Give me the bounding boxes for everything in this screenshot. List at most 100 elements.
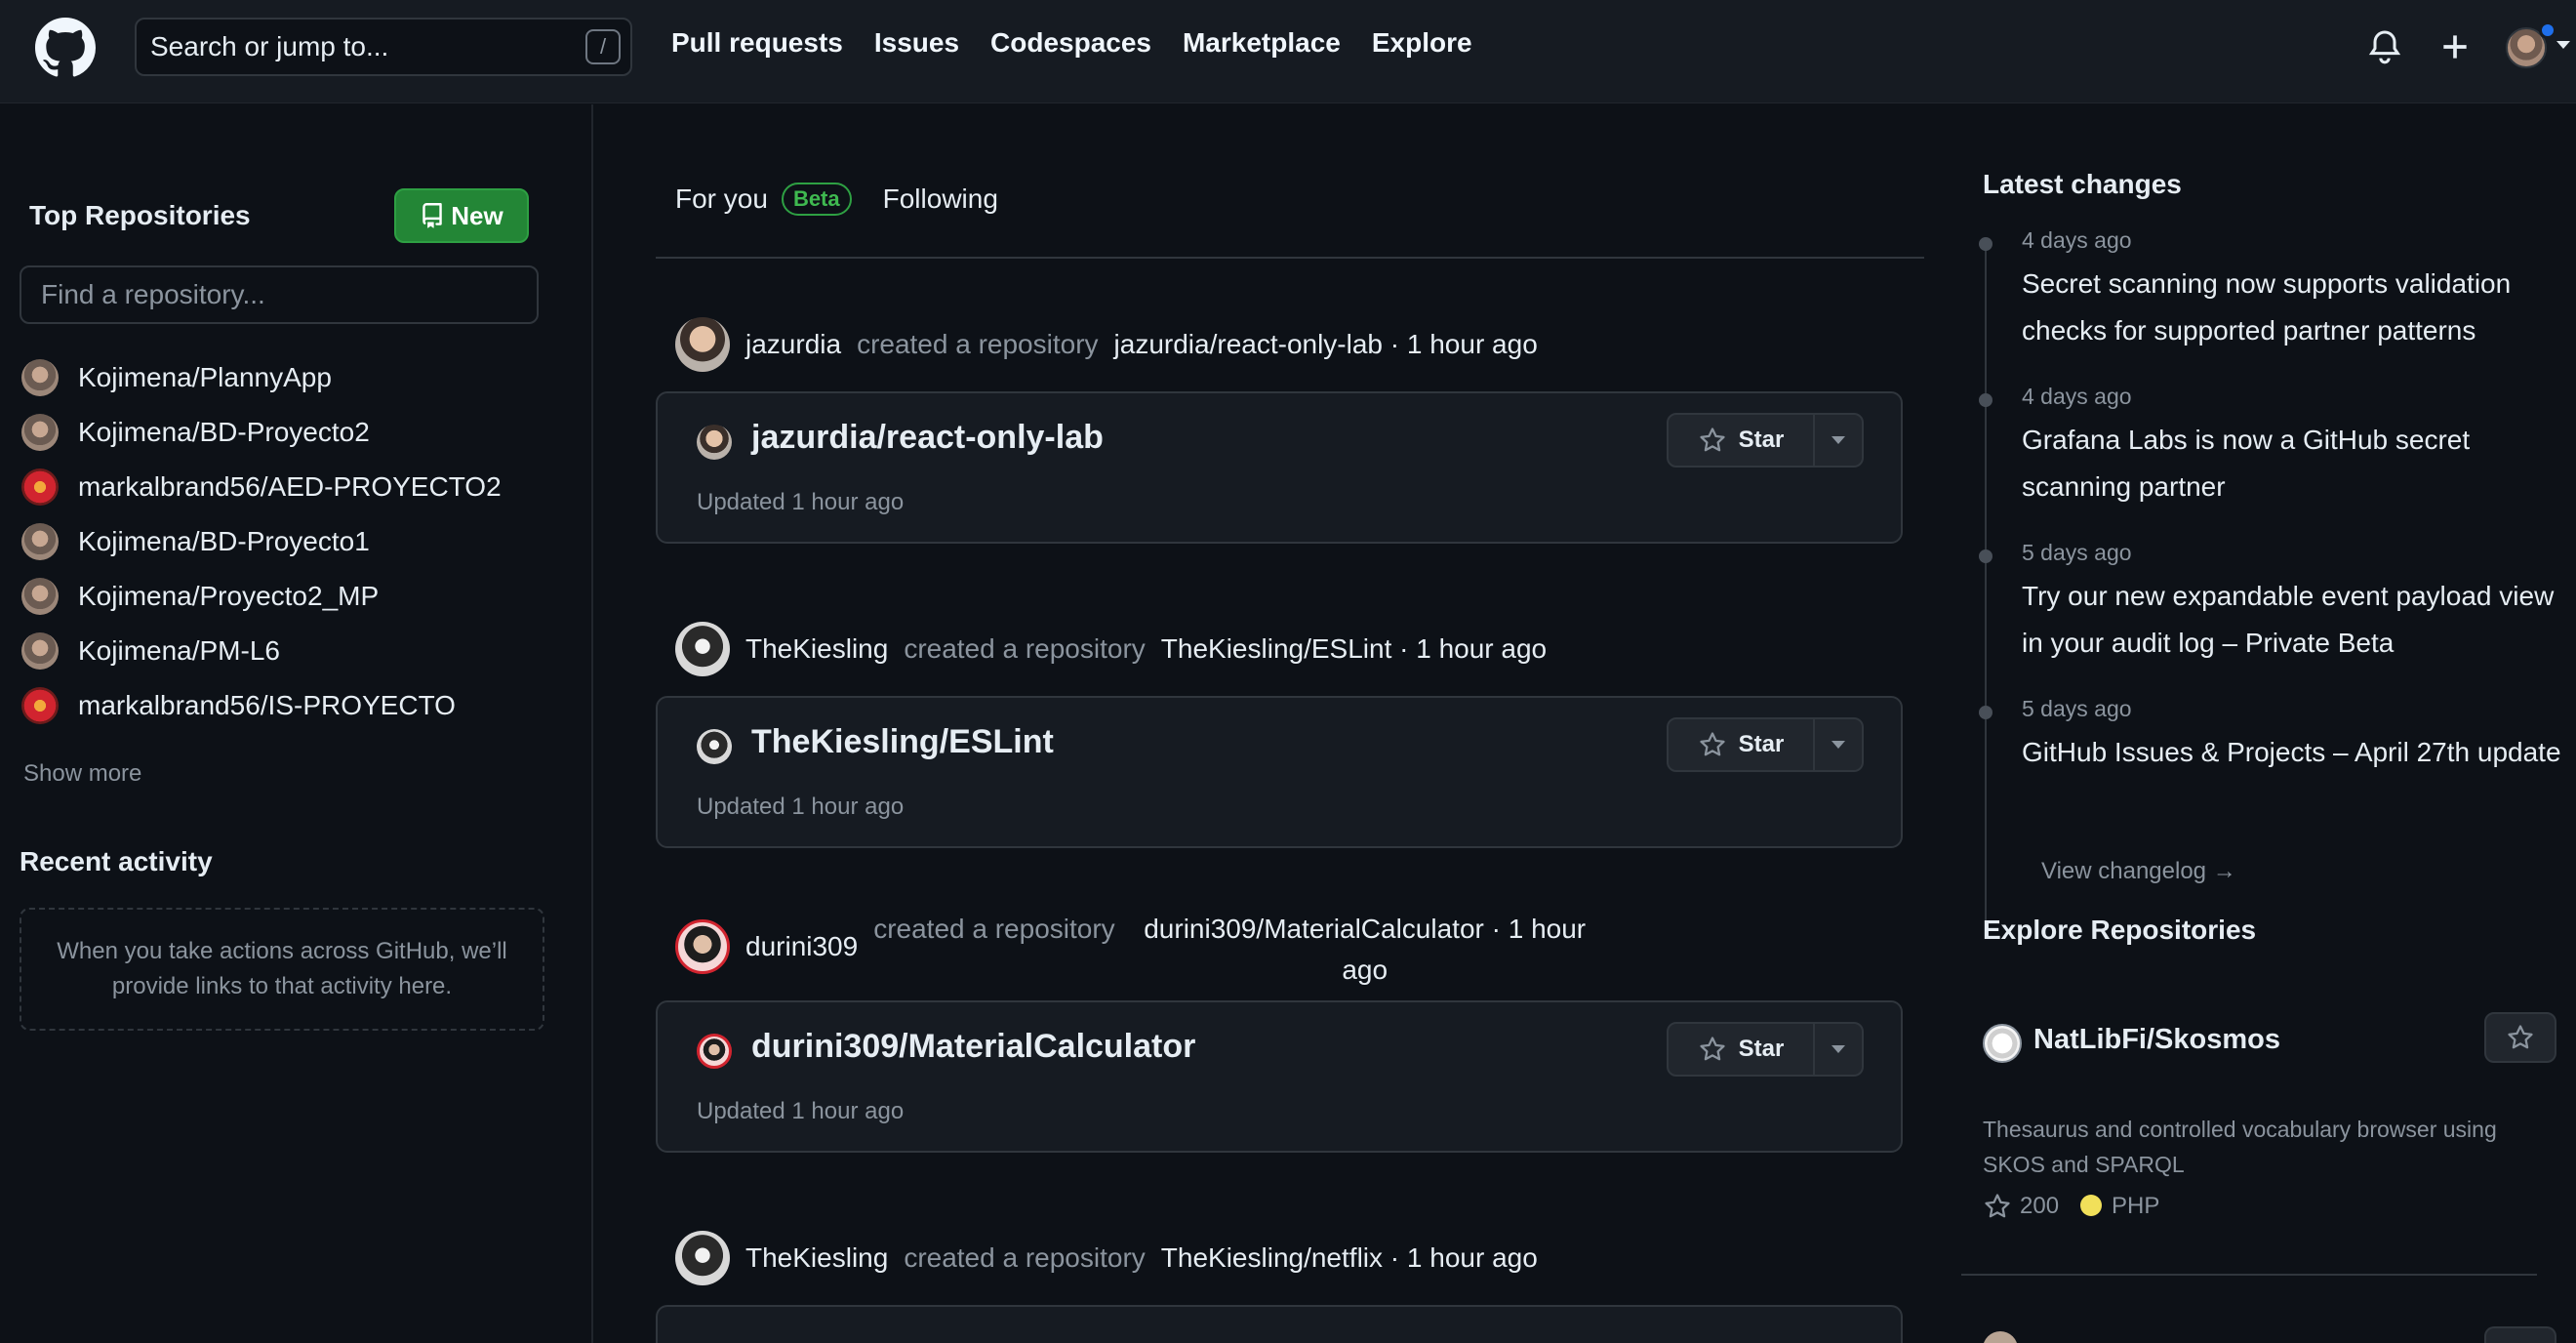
nav-issues[interactable]: Issues (874, 27, 959, 59)
explore-repo-name[interactable]: NatLibFi/Skosmos (2033, 1024, 2280, 1056)
repo-card-title[interactable]: TheKiesling/ESLint (751, 723, 1054, 761)
event-target[interactable]: jazurdia/react-only-lab · 1 hour ago (1114, 329, 1538, 360)
repo-name: Kojimena/BD-Proyecto1 (78, 526, 370, 556)
feed-tabs: For you Beta Following (675, 183, 998, 216)
nav-marketplace[interactable]: Marketplace (1183, 27, 1341, 59)
tabs-divider (656, 257, 1924, 259)
event-user[interactable]: TheKiesling (745, 633, 888, 665)
changelog-title[interactable]: GitHub Issues & Projects – April 27th up… (2022, 729, 2568, 776)
event-user[interactable]: TheKiesling (745, 1242, 888, 1274)
avatar (21, 414, 59, 451)
repo-link[interactable]: markalbrand56/IS-PROYECTO (21, 678, 578, 733)
repo-link[interactable]: Kojimena/PlannyApp (21, 350, 578, 405)
changelog-title[interactable]: Try our new expandable event payload vie… (2022, 573, 2568, 667)
repo-name: markalbrand56/AED-PROYECTO2 (78, 471, 502, 502)
tab-label: Following (882, 183, 998, 214)
stargazers-count[interactable]: 200 (1983, 1192, 2059, 1221)
event-action: created a repository (873, 914, 1115, 944)
user-menu-avatar[interactable] (2506, 21, 2570, 72)
star-button: Star (1667, 1022, 1864, 1077)
repo-updated: Updated 1 hour ago (697, 1098, 905, 1124)
nav-codespaces[interactable]: Codespaces (990, 27, 1151, 59)
avatar (1983, 1024, 2022, 1063)
star-lists-dropdown[interactable] (1815, 1024, 1862, 1075)
repo-card-title[interactable]: jazurdia/react-only-lab (751, 419, 1104, 457)
new-repository-button[interactable]: New (394, 188, 529, 243)
dashboard-sidebar: Top Repositories New Kojimena/PlannyApp … (0, 104, 593, 1343)
repo-link[interactable]: Kojimena/Proyecto2_MP (21, 569, 578, 624)
star-button: Star (1667, 413, 1864, 468)
event-target[interactable]: durini309/MaterialCalculator · 1 hour ag… (1131, 909, 1599, 991)
beta-badge: Beta (781, 183, 852, 216)
event-action: created a repository (857, 329, 1099, 359)
star-button[interactable] (2484, 1012, 2556, 1063)
repo-name: Kojimena/PM-L6 (78, 635, 280, 666)
avatar[interactable] (675, 1231, 730, 1285)
search-placeholder: Search or jump to... (150, 31, 389, 61)
language-name: PHP (2112, 1193, 2160, 1219)
star-toggle[interactable]: Star (1669, 719, 1815, 770)
repo-link[interactable]: Kojimena/BD-Proyecto2 (21, 405, 578, 460)
timeline-dot (1979, 549, 1992, 563)
repo-link[interactable]: Kojimena/BD-Proyecto1 (21, 514, 578, 569)
star-toggle[interactable]: Star (1669, 1024, 1815, 1075)
avatar (21, 687, 59, 724)
nav-pull-requests[interactable]: Pull requests (671, 27, 843, 59)
show-more-link[interactable]: Show more (23, 760, 141, 788)
changelog-date: 5 days ago (2022, 696, 2132, 721)
star-lists-dropdown[interactable] (1815, 719, 1862, 770)
bell-icon[interactable] (2365, 27, 2404, 66)
changelog-title[interactable]: Secret scanning now supports validation … (2022, 261, 2568, 354)
event-target[interactable]: TheKiesling/ESLint · 1 hour ago (1161, 633, 1547, 665)
avatar (21, 632, 59, 670)
repo-updated: Updated 1 hour ago (697, 794, 905, 820)
find-repository-input[interactable] (20, 265, 539, 324)
recent-activity-message: When you take actions across GitHub, we’… (57, 938, 507, 999)
avatar (21, 359, 59, 396)
changelog-date: 5 days ago (2022, 540, 2132, 565)
feed-event-header: TheKiesling created a repository TheKies… (675, 622, 1547, 676)
chevron-down-icon (2556, 41, 2570, 49)
changelog-title[interactable]: Grafana Labs is now a GitHub secret scan… (2022, 417, 2568, 510)
star-icon (1700, 732, 1725, 756)
nav-explore[interactable]: Explore (1372, 27, 1472, 59)
timeline-dot (1979, 393, 1992, 407)
recent-activity-heading: Recent activity (20, 846, 213, 876)
event-action: created a repository (904, 633, 1146, 664)
avatar (21, 468, 59, 506)
search-shortcut-key: / (585, 29, 621, 64)
stars-value: 200 (2020, 1193, 2060, 1219)
star-button[interactable] (2484, 1326, 2556, 1343)
explore-repo-description: Thesaurus and controlled vocabulary brow… (1983, 1117, 2497, 1177)
github-logo-icon[interactable] (35, 18, 96, 78)
explore-divider (1961, 1274, 2537, 1276)
repo-link[interactable]: markalbrand56/AED-PROYECTO2 (21, 460, 578, 514)
avatar[interactable] (675, 317, 730, 372)
repo-name: markalbrand56/IS-PROYECTO (78, 690, 456, 720)
plus-icon[interactable] (2435, 27, 2475, 66)
star-toggle[interactable]: Star (1669, 415, 1815, 466)
repo-card: durini309/MaterialCalculator Updated 1 h… (656, 1000, 1903, 1153)
star-lists-dropdown[interactable] (1815, 415, 1862, 466)
timeline-dot (1979, 237, 1992, 251)
avatar[interactable] (675, 622, 730, 676)
chevron-down-icon (1831, 436, 1845, 444)
event-user[interactable]: durini309 (745, 931, 858, 962)
repo-language: PHP (2080, 1193, 2159, 1220)
repo-icon (423, 203, 443, 228)
view-changelog-link[interactable]: View changelog → (2041, 858, 2236, 885)
repo-link[interactable]: Kojimena/PM-L6 (21, 624, 578, 678)
avatar[interactable] (675, 919, 730, 974)
avatar (697, 425, 732, 460)
star-icon (1985, 1194, 2010, 1218)
tab-following[interactable]: Following (883, 183, 998, 215)
timeline-line (1985, 241, 1987, 934)
event-action: created a repository (904, 1242, 1146, 1273)
tab-for-you[interactable]: For you Beta (675, 183, 852, 216)
tab-label: For you (675, 183, 768, 214)
event-user[interactable]: jazurdia (745, 329, 841, 360)
repo-card-title[interactable]: durini309/MaterialCalculator (751, 1028, 1195, 1066)
global-search-input[interactable]: Search or jump to... / (135, 18, 632, 76)
top-repositories-list: Kojimena/PlannyApp Kojimena/BD-Proyecto2… (21, 350, 578, 733)
event-target[interactable]: TheKiesling/netflix · 1 hour ago (1161, 1242, 1538, 1274)
